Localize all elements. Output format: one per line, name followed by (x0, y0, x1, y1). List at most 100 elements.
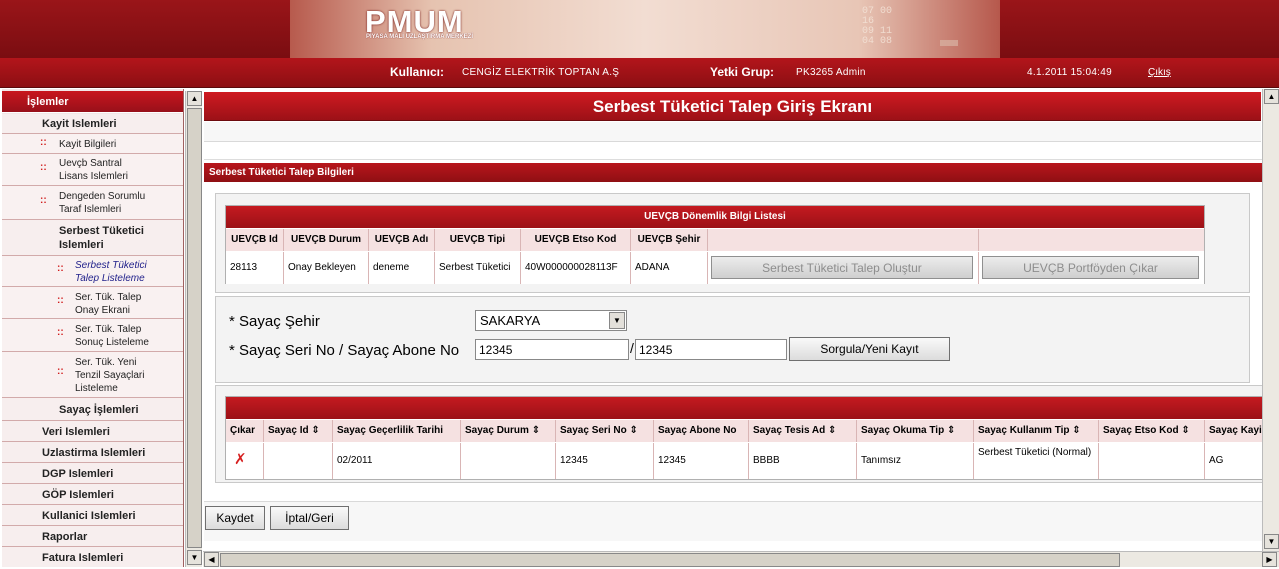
sidebar-menu: İşlemler Kayit Islemleri :: Kayit Bilgil… (2, 89, 184, 567)
table-cell: 12345 (556, 443, 654, 479)
table-header[interactable]: Sayaç Durum ⇕ (461, 420, 556, 442)
scroll-up-icon[interactable]: ▲ (187, 91, 202, 106)
sidebar-item-santral-lisans[interactable]: :: Uevçb Santral Lisans Islemleri (2, 154, 183, 186)
bullet-icon: :: (57, 327, 64, 338)
table-header[interactable]: Sayaç Geçerlilik Tarihi (333, 420, 461, 442)
banner-digits: 07 00 16 09 11 04 08 (862, 6, 893, 47)
table-cell: Serbest Tüketici (435, 252, 521, 284)
query-new-button[interactable]: Sorgula/Yeni Kayıt (789, 337, 950, 361)
table-header[interactable]: Sayaç Seri No ⇕ (556, 420, 654, 442)
sidebar-item-sayac-islemleri[interactable]: Sayaç İşlemleri (2, 398, 183, 421)
sidebar-item-dgp[interactable]: DGP Islemleri (2, 463, 183, 484)
table-header[interactable]: Sayaç Tesis Ad ⇕ (749, 420, 857, 442)
sidebar-item-kayit-islemleri[interactable]: Kayit Islemleri (2, 114, 183, 134)
donemlik-table: UEVÇB Dönemlik Bilgi Listesi UEVÇB Id UE… (225, 205, 1205, 284)
scroll-right-icon[interactable]: ▶ (1262, 552, 1277, 567)
serial-separator: / (630, 340, 634, 356)
table-header[interactable]: Çıkar (226, 420, 264, 442)
table-header[interactable]: Sayaç Okuma Tip ⇕ (857, 420, 974, 442)
sidebar-scroll-thumb[interactable] (187, 108, 202, 548)
scroll-up-icon[interactable]: ▲ (1264, 89, 1279, 104)
banner-decoration (940, 40, 958, 46)
sidebar-scrollbar[interactable]: ▲ ▼ (185, 91, 202, 567)
page-subheader (204, 122, 1261, 142)
table-cell (1099, 443, 1205, 479)
city-label: * Sayaç Şehir (229, 313, 320, 330)
table-header (979, 229, 1204, 251)
sidebar-item-fatura[interactable]: Fatura Islemleri (2, 547, 183, 567)
bullet-icon: :: (57, 366, 64, 377)
sidebar-item-talep-onay[interactable]: :: Ser. Tük. Talep Onay Ekrani (2, 287, 183, 319)
table-cell (461, 443, 556, 479)
sidebar-item-dengeden-sorumlu[interactable]: :: Dengeden Sorumlu Taraf Islemleri (2, 186, 183, 220)
table-cell (264, 443, 333, 479)
sidebar-item-raporlar[interactable]: Raporlar (2, 526, 183, 547)
main-content: Serbest Tüketici Talep Giriş Ekranı Serb… (203, 89, 1279, 567)
sidebar-item-gop[interactable]: GÖP Islemleri (2, 484, 183, 505)
table-cell: 28113 (226, 252, 284, 284)
main-vertical-scrollbar[interactable]: ▲ ▼ (1262, 89, 1279, 551)
user-info-bar: Kullanıcı: CENGİZ ELEKTRİK TOPTAN A.Ş Ye… (0, 58, 1279, 88)
horizontal-scroll-thumb[interactable] (220, 553, 1120, 567)
banner-left-band (0, 0, 290, 58)
main-horizontal-scrollbar[interactable]: ◀ ▶ (203, 551, 1279, 567)
sidebar-item-kayit-bilgileri[interactable]: :: Kayit Bilgileri (2, 134, 183, 154)
bullet-icon: :: (40, 195, 47, 206)
donemlik-caption: UEVÇB Dönemlik Bilgi Listesi (226, 206, 1204, 228)
dropdown-arrow-icon[interactable]: ▼ (609, 312, 625, 329)
table-cell: 12345 (654, 443, 749, 479)
table-cell: 40W000000028113F (521, 252, 631, 284)
sidebar-header[interactable]: İşlemler (2, 91, 183, 113)
serial-no-input[interactable]: 12345 (475, 339, 629, 360)
table-header: UEVÇB Etso Kod (521, 229, 631, 251)
group-value: PK3265 Admin (796, 67, 866, 78)
group-label: Yetki Grup: (710, 65, 775, 79)
create-talep-button[interactable]: Serbest Tüketici Talep Oluştur (711, 256, 973, 279)
pmum-logo-subtitle: PİYASA MALİ UZLAŞTIRMA MERKEZİ (366, 34, 474, 40)
sidebar-item-veri[interactable]: Veri Islemleri (2, 421, 183, 442)
table-header: UEVÇB Id (226, 229, 284, 251)
bullet-icon: :: (40, 137, 47, 148)
table-cell: ADANA (631, 252, 708, 284)
sidebar-item-serbest-tuketici[interactable]: Serbest Tüketici Islemleri (2, 220, 183, 256)
table-header[interactable]: Sayaç Kullanım Tip ⇕ (974, 420, 1099, 442)
serial-label: * Sayaç Seri No / Sayaç Abone No (229, 342, 460, 359)
sayac-table: Çıkar Sayaç Id ⇕ Sayaç Geçerlilik Tarihi… (225, 396, 1279, 480)
table-header: UEVÇB Tipi (435, 229, 521, 251)
table-cell: Serbest Tüketici (Normal) (974, 443, 1099, 479)
remove-portfolio-button[interactable]: UEVÇB Portföyden Çıkar (982, 256, 1199, 279)
city-select[interactable]: SAKARYA ▼ (475, 310, 627, 331)
abone-no-input[interactable]: 12345 (635, 339, 787, 360)
sidebar-item-uzlastirma[interactable]: Uzlastirma Islemleri (2, 442, 183, 463)
table-header[interactable]: Sayaç Abone No (654, 420, 749, 442)
logout-link[interactable]: Çıkış (1148, 67, 1171, 78)
remove-x-icon[interactable]: ✗ (234, 450, 247, 468)
cancel-back-button[interactable]: İptal/Geri (270, 506, 349, 530)
user-value: CENGİZ ELEKTRİK TOPTAN A.Ş (462, 67, 620, 78)
sidebar-item-talep-sonuc[interactable]: :: Ser. Tük. Talep Sonuç Listeleme (2, 319, 183, 352)
divider (204, 159, 1279, 160)
scroll-down-icon[interactable]: ▼ (1264, 534, 1279, 549)
sidebar-item-tenzil-sayaclari[interactable]: :: Ser. Tük. Yeni Tenzil Sayaçlari Listele… (2, 352, 183, 398)
bullet-icon: :: (40, 162, 47, 173)
remove-row-cell: ✗ (226, 443, 264, 479)
table-header (708, 229, 979, 251)
save-button[interactable]: Kaydet (205, 506, 265, 530)
scroll-left-icon[interactable]: ◀ (204, 552, 219, 567)
table-header: UEVÇB Durum (284, 229, 369, 251)
sidebar-item-kullanici[interactable]: Kullanici Islemleri (2, 505, 183, 526)
table-cell: BBBB (749, 443, 857, 479)
sayac-table-bar (226, 397, 1279, 419)
banner-right-band (1000, 0, 1279, 58)
section-header: Serbest Tüketici Talep Bilgileri (204, 163, 1279, 182)
header-banner: PMUM PİYASA MALİ UZLAŞTIRMA MERKEZİ 07 0… (0, 0, 1279, 58)
scroll-down-icon[interactable]: ▼ (187, 550, 202, 565)
bullet-icon: :: (57, 263, 64, 274)
table-header[interactable]: Sayaç Id ⇕ (264, 420, 333, 442)
sidebar-item-talep-listeleme[interactable]: :: Serbest Tüketici Talep Listeleme (2, 256, 183, 287)
bottom-action-bar (204, 501, 1279, 541)
page-title-bar: Serbest Tüketici Talep Giriş Ekranı (204, 92, 1261, 121)
table-header[interactable]: Sayaç Etso Kod ⇕ (1099, 420, 1205, 442)
bullet-icon: :: (57, 295, 64, 306)
table-cell: deneme (369, 252, 435, 284)
